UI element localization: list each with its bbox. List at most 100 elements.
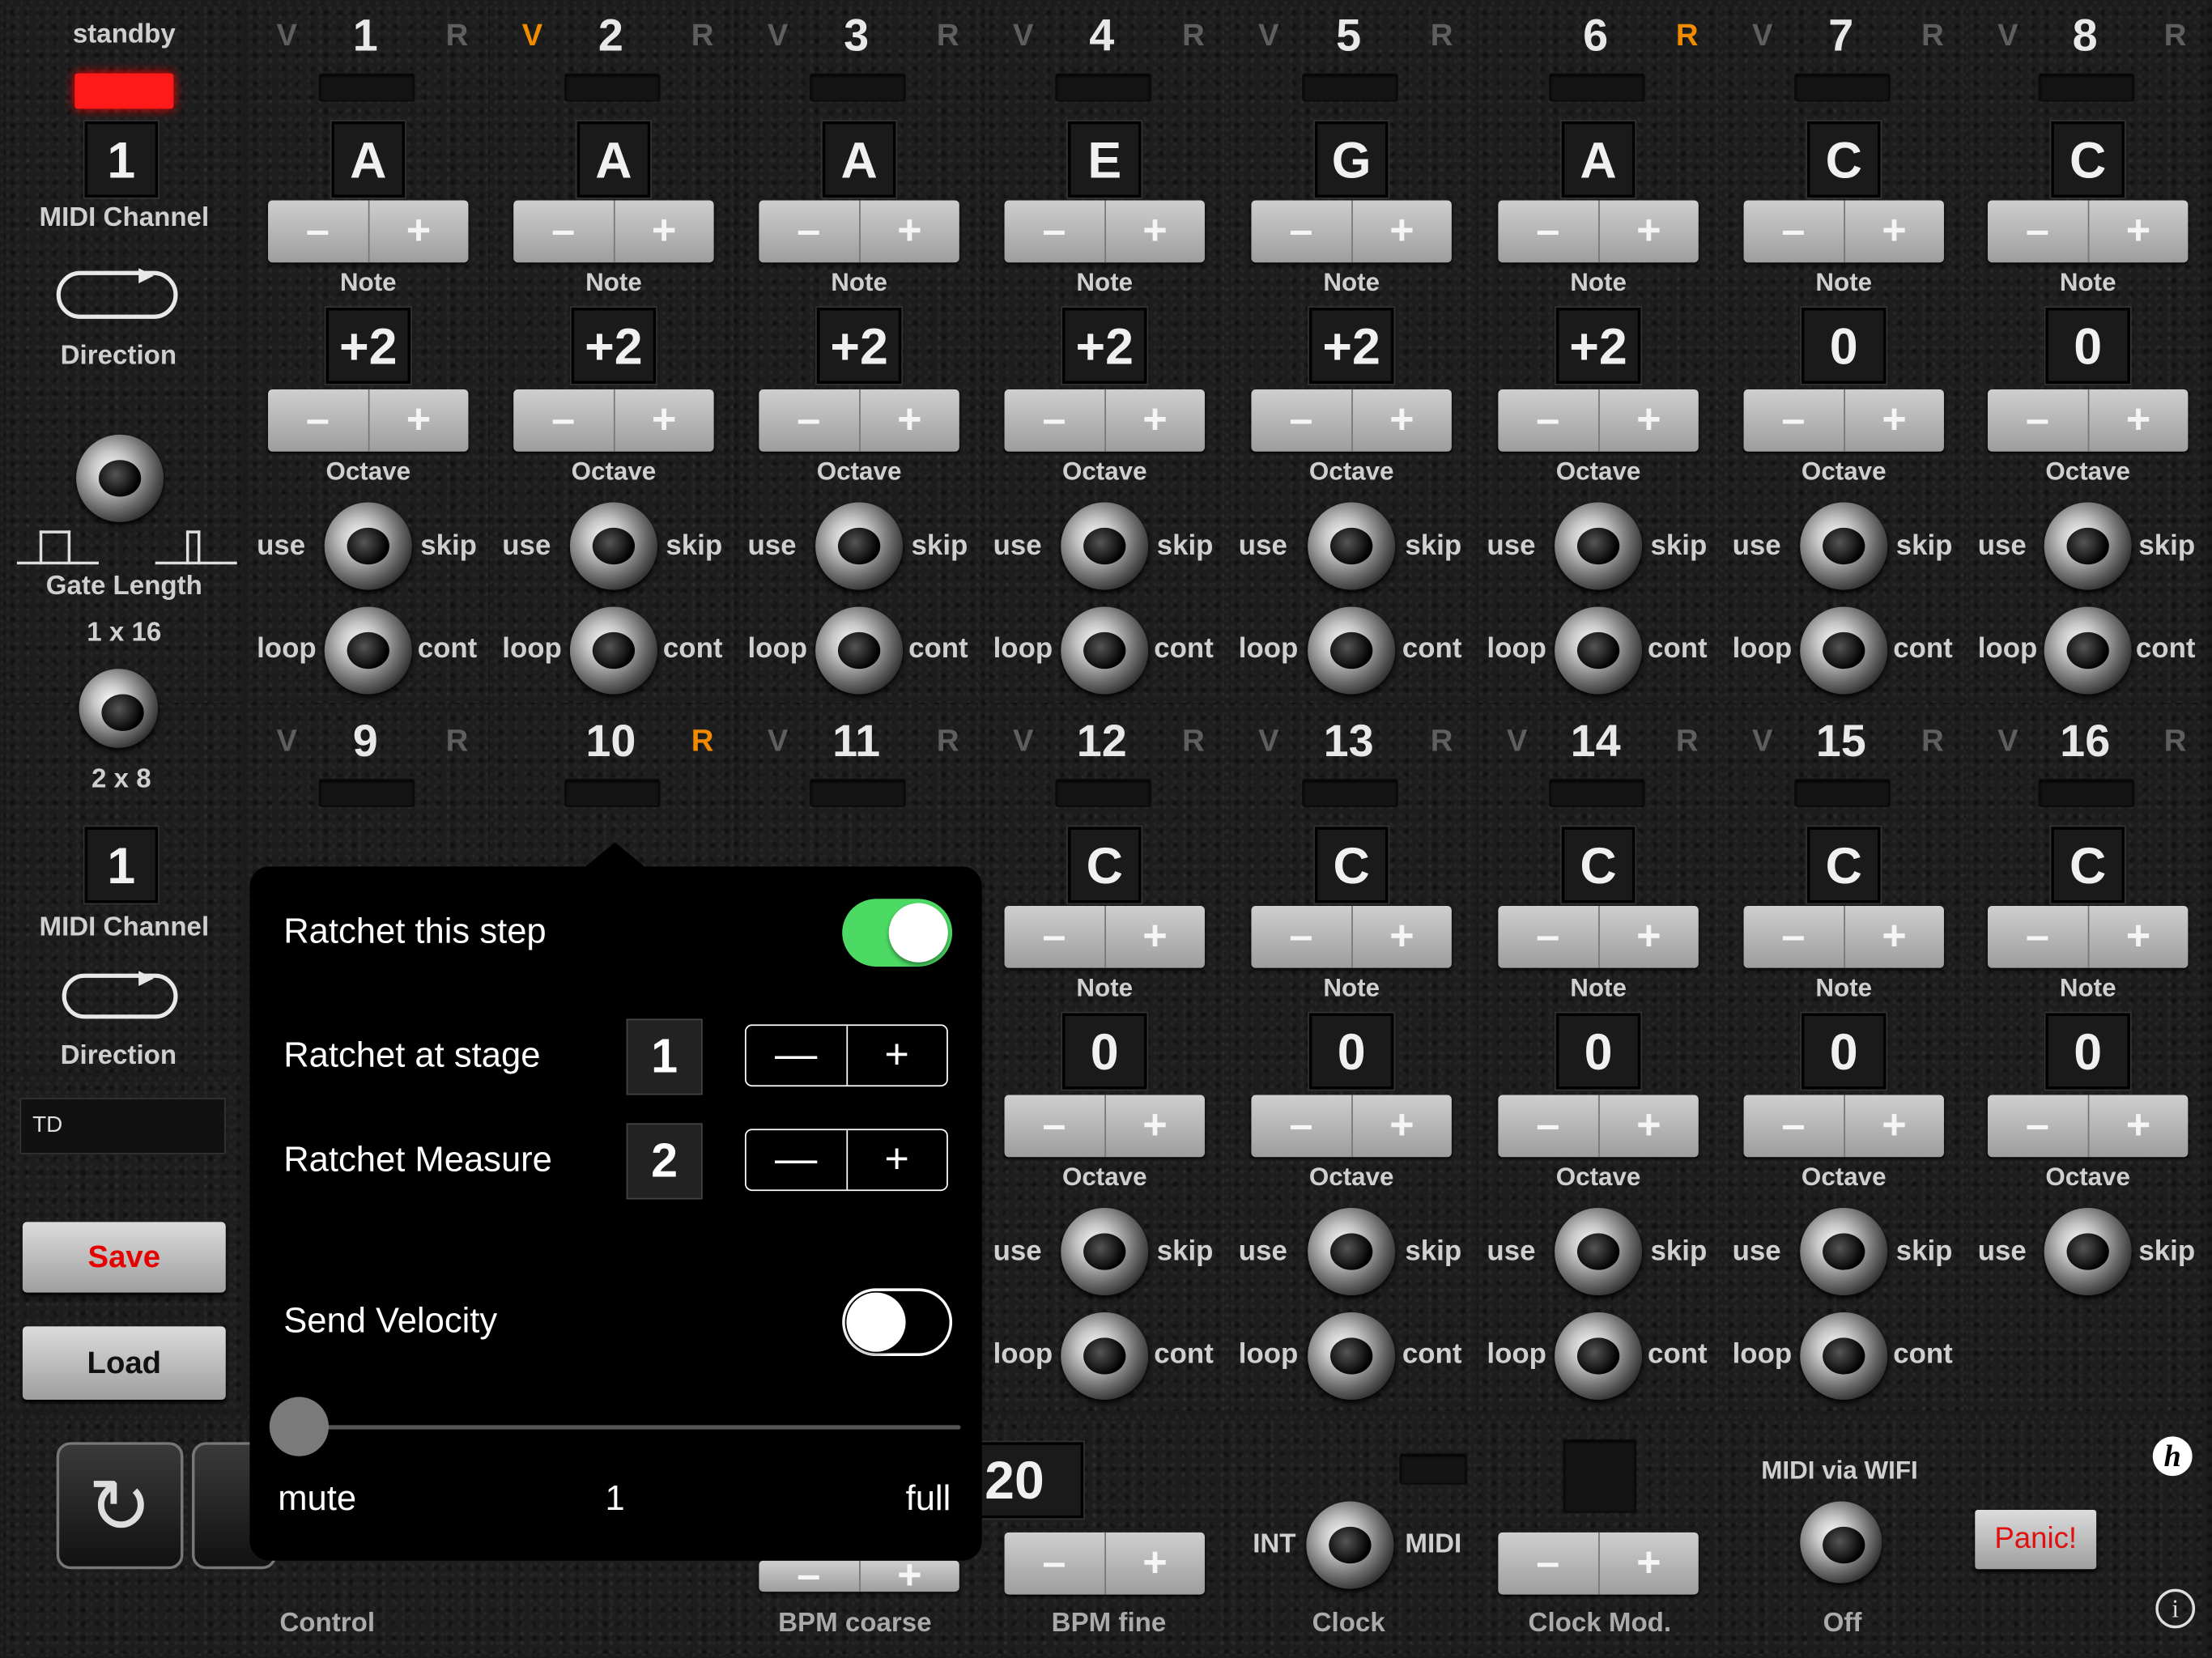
step-12-velocity-indicator[interactable]: V	[1013, 722, 1034, 759]
step-8-octave-stepper[interactable]: – +	[1987, 389, 2189, 452]
step-15-use-skip-toggle[interactable]	[1800, 1207, 1888, 1296]
step-13-octave-stepper[interactable]: – +	[1251, 1095, 1452, 1158]
step-15-note-minus[interactable]: –	[1744, 905, 1845, 968]
step-5-ratchet-indicator[interactable]: R	[1431, 17, 1453, 53]
preset-name-field[interactable]: TD	[19, 1098, 226, 1154]
step-7-octave-minus[interactable]: –	[1744, 389, 1845, 452]
step-1-octave-minus[interactable]: –	[268, 389, 369, 452]
step-16-note-plus[interactable]: +	[2089, 906, 2189, 968]
step-15-octave-minus[interactable]: –	[1744, 1095, 1845, 1158]
load-button[interactable]: Load	[22, 1326, 226, 1401]
step-8-ratchet-indicator[interactable]: R	[2164, 17, 2187, 53]
step-2-loop-cont-toggle[interactable]	[569, 606, 657, 695]
step-12-loop-cont-toggle[interactable]	[1061, 1312, 1149, 1401]
step-3-loop-cont-toggle[interactable]	[815, 606, 904, 695]
clock-toggle[interactable]	[1306, 1501, 1394, 1589]
step-2-note-plus[interactable]: +	[615, 201, 714, 263]
step-4-ratchet-indicator[interactable]: R	[1182, 17, 1205, 53]
step-15-velocity-indicator[interactable]: V	[1752, 722, 1773, 759]
save-button[interactable]: Save	[22, 1222, 226, 1293]
step-16-velocity-indicator[interactable]: V	[1997, 722, 2018, 759]
step-2-velocity-indicator[interactable]: V	[522, 17, 543, 53]
midi-channel-display-2[interactable]: 1	[84, 827, 159, 903]
step-3-octave-minus[interactable]: –	[759, 389, 860, 452]
step-2-octave-plus[interactable]: +	[615, 389, 714, 452]
step-12-note-minus[interactable]: –	[1005, 905, 1106, 968]
step-9-velocity-indicator[interactable]: V	[276, 722, 297, 759]
step-6-note-minus[interactable]: –	[1498, 200, 1599, 263]
step-5-loop-cont-toggle[interactable]	[1308, 606, 1396, 695]
step-14-loop-cont-toggle[interactable]	[1555, 1312, 1643, 1401]
step-3-velocity-indicator[interactable]: V	[768, 17, 789, 53]
step-16-note-stepper[interactable]: – +	[1987, 905, 2189, 968]
step-14-ratchet-indicator[interactable]: R	[1676, 722, 1699, 759]
step-6-octave-plus[interactable]: +	[1599, 389, 1699, 452]
step-14-use-skip-toggle[interactable]	[1555, 1207, 1643, 1296]
step-8-octave-plus[interactable]: +	[2089, 389, 2189, 452]
step-3-note-minus[interactable]: –	[759, 200, 860, 263]
step-7-octave-plus[interactable]: +	[1844, 389, 1944, 452]
step-3-octave-stepper[interactable]: – +	[759, 389, 959, 452]
step-16-ratchet-indicator[interactable]: R	[2164, 722, 2187, 759]
step-3-note-plus[interactable]: +	[860, 201, 959, 263]
step-3-note-stepper[interactable]: – +	[759, 200, 959, 263]
bpm-coarse-stepper[interactable]: – +	[759, 1560, 959, 1592]
step-16-octave-stepper[interactable]: – +	[1987, 1095, 2189, 1158]
step-6-ratchet-indicator[interactable]: R	[1676, 17, 1699, 53]
step-1-ratchet-indicator[interactable]: R	[446, 17, 469, 53]
step-1-octave-plus[interactable]: +	[369, 389, 469, 452]
step-5-use-skip-toggle[interactable]	[1308, 502, 1396, 590]
step-5-note-minus[interactable]: –	[1251, 200, 1353, 263]
step-13-note-stepper[interactable]: – +	[1251, 905, 1452, 968]
step-8-note-minus[interactable]: –	[1988, 200, 2089, 263]
step-16-octave-minus[interactable]: –	[1988, 1095, 2089, 1158]
step-14-octave-minus[interactable]: –	[1498, 1095, 1599, 1158]
step-12-ratchet-indicator[interactable]: R	[1182, 722, 1205, 759]
step-2-octave-minus[interactable]: –	[513, 389, 615, 452]
gate-length-toggle[interactable]	[76, 434, 164, 522]
step-15-loop-cont-toggle[interactable]	[1800, 1312, 1888, 1401]
step-1-use-skip-toggle[interactable]	[324, 502, 412, 590]
ratchet-measure-minus[interactable]: —	[747, 1130, 848, 1190]
step-7-velocity-indicator[interactable]: V	[1752, 17, 1773, 53]
step-13-octave-plus[interactable]: +	[1352, 1095, 1452, 1158]
step-8-velocity-indicator[interactable]: V	[1997, 17, 2018, 53]
step-13-note-plus[interactable]: +	[1352, 906, 1452, 968]
step-5-octave-plus[interactable]: +	[1352, 389, 1452, 452]
step-7-ratchet-indicator[interactable]: R	[1921, 17, 1944, 53]
ratchet-stage-plus[interactable]: +	[847, 1026, 946, 1085]
midi-channel-display-1[interactable]: 1	[84, 121, 159, 198]
clock-mod-stepper[interactable]: – +	[1498, 1532, 1699, 1595]
step-16-use-skip-toggle[interactable]	[2044, 1207, 2132, 1296]
step-7-note-stepper[interactable]: – +	[1743, 200, 1944, 263]
step-12-octave-plus[interactable]: +	[1105, 1095, 1205, 1158]
step-1-loop-cont-toggle[interactable]	[324, 606, 412, 695]
step-11-ratchet-indicator[interactable]: R	[937, 722, 959, 759]
step-13-use-skip-toggle[interactable]	[1308, 1207, 1396, 1296]
step-7-loop-cont-toggle[interactable]	[1800, 606, 1888, 695]
mode-toggle[interactable]	[79, 669, 159, 748]
step-2-note-stepper[interactable]: – +	[513, 200, 714, 263]
step-1-note-stepper[interactable]: – +	[268, 200, 469, 263]
step-15-note-stepper[interactable]: – +	[1743, 905, 1944, 968]
step-2-use-skip-toggle[interactable]	[569, 502, 657, 590]
step-9-ratchet-indicator[interactable]: R	[446, 722, 469, 759]
step-15-note-plus[interactable]: +	[1844, 906, 1944, 968]
clock-mod-minus[interactable]: –	[1498, 1532, 1599, 1595]
step-4-octave-stepper[interactable]: – +	[1004, 389, 1205, 452]
clock-mod-plus[interactable]: +	[1599, 1533, 1699, 1595]
step-8-octave-minus[interactable]: –	[1988, 389, 2089, 452]
step-4-note-plus[interactable]: +	[1105, 201, 1205, 263]
step-14-octave-stepper[interactable]: – +	[1498, 1095, 1699, 1158]
step-6-loop-cont-toggle[interactable]	[1555, 606, 1643, 695]
step-14-octave-plus[interactable]: +	[1599, 1095, 1699, 1158]
step-4-note-stepper[interactable]: – +	[1004, 200, 1205, 263]
ratchet-measure-plus[interactable]: +	[847, 1130, 946, 1189]
step-15-octave-stepper[interactable]: – +	[1743, 1095, 1944, 1158]
step-1-note-minus[interactable]: –	[268, 200, 369, 263]
step-15-ratchet-indicator[interactable]: R	[1921, 722, 1944, 759]
velocity-slider-thumb[interactable]	[269, 1397, 329, 1456]
step-12-use-skip-toggle[interactable]	[1061, 1207, 1149, 1296]
step-11-velocity-indicator[interactable]: V	[768, 722, 789, 759]
step-14-velocity-indicator[interactable]: V	[1507, 722, 1528, 759]
